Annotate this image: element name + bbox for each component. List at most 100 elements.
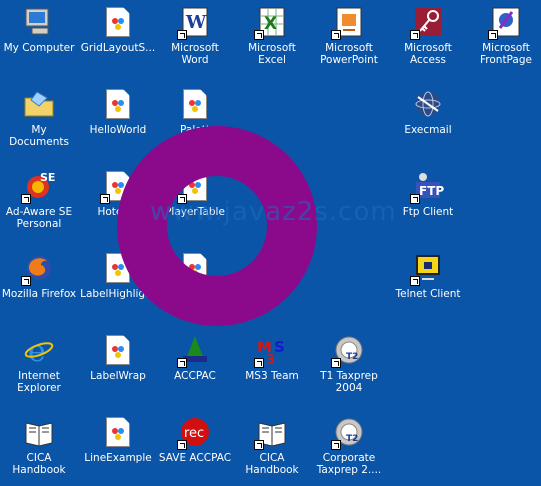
adaware-icon: SE xyxy=(21,170,55,204)
desktop-icon-label: Mozilla Firefox xyxy=(1,288,77,300)
desktop-icon-label: Ad-Aware SE Personal xyxy=(5,206,73,230)
java-file-icon xyxy=(100,170,134,204)
desktop-icon-label: Microsoft Excel xyxy=(248,42,296,66)
shortcut-arrow-icon xyxy=(254,30,264,40)
shortcut-arrow-icon xyxy=(410,30,420,40)
shortcut-arrow-icon xyxy=(177,358,187,368)
telnet-icon xyxy=(410,252,444,286)
desktop-icon[interactable]: Microsoft PowerPoint xyxy=(310,2,388,76)
shortcut-arrow-icon xyxy=(254,358,264,368)
desktop-icon[interactable]: Palett xyxy=(156,84,234,158)
java-file-icon xyxy=(102,88,134,120)
book-icon xyxy=(23,416,55,448)
desktop-icon-label: LineExample xyxy=(84,452,152,464)
desktop-icon[interactable]: Execmail xyxy=(389,84,467,158)
ftp-icon: FTP xyxy=(410,170,444,204)
access-icon xyxy=(410,6,444,40)
svg-text:S: S xyxy=(274,338,285,356)
java-file-icon xyxy=(102,416,134,448)
svg-text:FTP: FTP xyxy=(419,184,444,198)
desktop-icon[interactable]: My Documents xyxy=(0,84,78,158)
firefox-icon xyxy=(21,252,55,286)
word-icon: W xyxy=(177,6,211,40)
desktop-icon[interactable]: X Microsoft Excel xyxy=(233,2,311,76)
desktop-icon-label: Microsoft Word xyxy=(171,42,219,66)
desktop-icon[interactable]: T2 T1 Taxprep 2004 xyxy=(310,330,388,404)
desktop-icon-label: My Computer xyxy=(3,42,75,54)
powerpoint-icon xyxy=(331,6,365,40)
desktop-icon[interactable]: PlayerTable xyxy=(156,166,234,240)
desktop-icon[interactable]: LineExample xyxy=(79,412,157,486)
desktop-icon-label: CICA Handbook xyxy=(12,452,66,476)
desktop-icon[interactable]: SE Ad-Aware SE Personal xyxy=(0,166,78,240)
java-file-icon xyxy=(102,6,134,38)
shortcut-arrow-icon xyxy=(177,194,187,204)
desktop-icon-label: ACCPAC xyxy=(174,370,216,382)
desktop-icon[interactable] xyxy=(156,248,234,322)
shortcut-arrow-icon xyxy=(21,276,31,286)
rec-icon: rec xyxy=(177,416,211,450)
desktop-icon-label: PlayerTable xyxy=(165,206,225,218)
desktop-icon-label: Telnet Client xyxy=(395,288,461,300)
desktop-icon[interactable]: GridLayoutS... xyxy=(79,2,157,76)
desktop-icon[interactable]: e Internet Explorer xyxy=(0,330,78,404)
desktop-icon[interactable]: ACCPAC xyxy=(156,330,234,404)
shortcut-arrow-icon xyxy=(410,194,420,204)
shortcut-arrow-icon xyxy=(331,358,341,368)
taxprep-icon: T2 xyxy=(331,416,365,450)
java-file-icon xyxy=(102,252,134,284)
svg-text:rec: rec xyxy=(184,426,204,441)
computer-icon xyxy=(23,6,55,38)
desktop-icon-label: Microsoft FrontPage xyxy=(480,42,532,66)
desktop-icon[interactable]: FTP Ftp Client xyxy=(389,166,467,240)
shortcut-arrow-icon xyxy=(488,30,498,40)
svg-text:3: 3 xyxy=(266,353,275,366)
java-file-icon xyxy=(179,88,211,120)
desktop-icon[interactable]: My Computer xyxy=(0,2,78,76)
desktop-icon[interactable]: LabelWrap xyxy=(79,330,157,404)
desktop-icon[interactable]: CICA Handbook xyxy=(233,412,311,486)
taxprep-icon: T2 xyxy=(331,334,365,368)
java-file-icon xyxy=(177,170,211,204)
frontpage-icon xyxy=(488,6,522,40)
desktop-icon[interactable]: Microsoft Access xyxy=(389,2,467,76)
desktop-icon-label: T1 Taxprep 2004 xyxy=(320,370,378,394)
desktop-icon-label: Palett xyxy=(180,124,210,136)
desktop-icon-label: Execmail xyxy=(404,124,452,136)
desktop-icon-label: CICA Handbook xyxy=(245,452,299,476)
desktop-icon[interactable]: CICA Handbook xyxy=(0,412,78,486)
desktop-icon[interactable]: Telnet Client xyxy=(389,248,467,322)
svg-text:SE: SE xyxy=(40,171,55,184)
java-file-icon xyxy=(177,252,211,286)
svg-text:W: W xyxy=(185,12,207,33)
ms3-icon: MS3 xyxy=(254,334,288,368)
globe-icon xyxy=(412,88,444,120)
desktop-icon-label: My Documents xyxy=(9,124,69,148)
desktop-icon[interactable]: HelloWorld xyxy=(79,84,157,158)
shortcut-arrow-icon xyxy=(21,194,31,204)
book-icon xyxy=(254,416,288,450)
desktop-icon[interactable]: LabelHighlight xyxy=(79,248,157,322)
desktop-icon-label: GridLayoutS... xyxy=(80,42,156,54)
desktop-icon[interactable]: HotelRe xyxy=(79,166,157,240)
desktop-icon[interactable]: rec SAVE ACCPAC xyxy=(156,412,234,486)
shortcut-arrow-icon xyxy=(177,440,187,450)
svg-text:e: e xyxy=(28,334,46,366)
excel-icon: X xyxy=(254,6,288,40)
desktop-icon-label: SAVE ACCPAC xyxy=(158,452,232,464)
shortcut-arrow-icon xyxy=(331,30,341,40)
desktop-icon[interactable]: M S 3 MS3 Team xyxy=(233,330,311,404)
desktop-icon-label: Internet Explorer xyxy=(17,370,61,394)
desktop-icon[interactable]: T2 Corporate Taxprep 2.... xyxy=(310,412,388,486)
folder-icon xyxy=(23,88,55,120)
shortcut-arrow-icon xyxy=(177,30,187,40)
accpac-icon xyxy=(177,334,211,368)
desktop-icon-label: MS3 Team xyxy=(245,370,299,382)
shortcut-arrow-icon xyxy=(410,276,420,286)
desktop-icon[interactable]: Mozilla Firefox xyxy=(0,248,78,322)
desktop-icon[interactable]: W Microsoft Word xyxy=(156,2,234,76)
desktop-icon[interactable]: Microsoft FrontPage xyxy=(467,2,541,76)
svg-text:T2: T2 xyxy=(346,352,358,362)
shortcut-arrow-icon xyxy=(254,440,264,450)
desktop[interactable]: My Computer GridLayoutS... W Microsoft Word… xyxy=(0,0,541,484)
